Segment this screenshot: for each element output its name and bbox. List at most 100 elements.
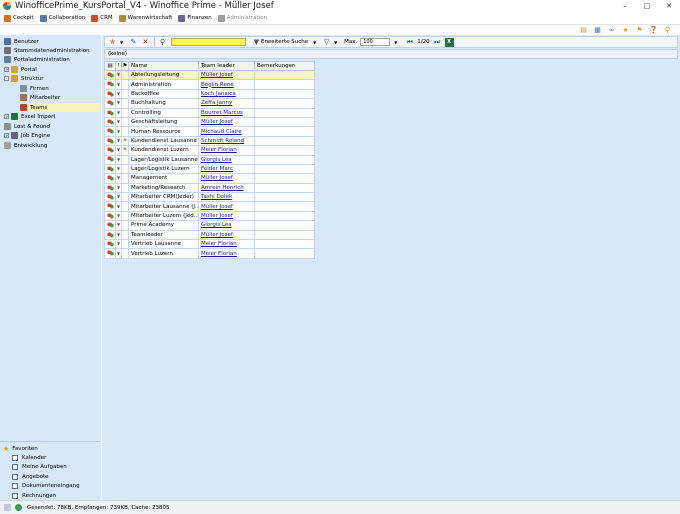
menu-finanzen[interactable]: Finanzen bbox=[178, 14, 212, 22]
flag-column-icon[interactable]: ⚑ bbox=[121, 61, 129, 71]
maximize-icon[interactable]: □ bbox=[636, 0, 658, 12]
sidebar-item-firmen[interactable]: Firmen bbox=[20, 84, 49, 93]
team-leader-cell[interactable]: Müller Josef bbox=[198, 116, 255, 128]
team-name-cell[interactable]: Mitarbeiter Luzern (Jed... bbox=[128, 210, 199, 222]
calendar-icon[interactable]: ▦ bbox=[593, 26, 602, 35]
remarks-cell[interactable] bbox=[254, 192, 315, 203]
key-icon[interactable]: ⚲ bbox=[663, 26, 672, 35]
minimize-icon[interactable]: – bbox=[614, 0, 636, 12]
team-leader-cell[interactable]: Meier Florian bbox=[198, 145, 255, 156]
sidebar-item-lost-found[interactable]: Lost & Found bbox=[4, 122, 50, 131]
remarks-cell[interactable] bbox=[254, 210, 315, 222]
team-name-cell[interactable]: Kundendienst Luzern bbox=[128, 145, 199, 156]
menu-collaboration[interactable]: Collaboration bbox=[39, 14, 85, 22]
new-team-icon[interactable]: ✯ bbox=[108, 38, 117, 47]
remarks-cell[interactable] bbox=[254, 116, 315, 128]
team-leader-link[interactable]: Böglin René bbox=[201, 82, 234, 88]
row-flag-cell[interactable] bbox=[121, 192, 129, 203]
table-row[interactable]: ▼ Management Müller Josef bbox=[104, 173, 315, 184]
team-leader-link[interactable]: Schmidt Roland bbox=[201, 138, 244, 144]
team-leader-link[interactable]: Müller Josef bbox=[201, 213, 233, 219]
team-name-cell[interactable]: Lager/Logistik Luzern bbox=[128, 163, 199, 175]
team-leader-cell[interactable]: Meier Florian bbox=[198, 248, 255, 259]
column-header-bemerkungen[interactable]: Bemerkungen bbox=[254, 61, 315, 71]
team-name-cell[interactable]: Kundendienst Lausanne bbox=[128, 135, 199, 147]
search-icon[interactable]: ⚲ bbox=[158, 38, 167, 47]
table-row[interactable]: ▼ Geschäftsleitung Müller Josef bbox=[104, 116, 315, 128]
row-type-cell[interactable] bbox=[104, 201, 116, 212]
expand-icon[interactable]: + bbox=[4, 67, 9, 72]
team-name-cell[interactable]: Management bbox=[128, 173, 199, 184]
team-leader-link[interactable]: Meier Florian bbox=[201, 241, 237, 247]
team-name-cell[interactable]: Administration bbox=[128, 79, 199, 90]
team-leader-link[interactable]: Zeffa Janny bbox=[201, 100, 232, 106]
team-name-cell[interactable]: Mitarbeiter CRM(Jeder) bbox=[128, 192, 199, 203]
remarks-cell[interactable] bbox=[254, 173, 315, 184]
filter-icon[interactable]: ▼ bbox=[252, 38, 261, 47]
favorite-item-dokumenteneingang[interactable]: Dokumenteneingang bbox=[12, 482, 80, 491]
last-page-icon[interactable]: ⏭ bbox=[433, 38, 442, 47]
team-name-cell[interactable]: Vertrieb Lausanne bbox=[128, 239, 199, 250]
remarks-cell[interactable] bbox=[254, 107, 315, 118]
column-header-team-leader[interactable]: Team leader bbox=[198, 61, 255, 71]
sidebar-item-struktur[interactable]: - Struktur bbox=[4, 74, 43, 83]
sidebar-item-entwicklung[interactable]: Entwicklung bbox=[4, 141, 47, 150]
team-name-cell[interactable]: Lager/Logistik Lausanne bbox=[128, 154, 199, 165]
team-leader-cell[interactable]: Müller Josef bbox=[198, 173, 255, 184]
funnel-filter-icon[interactable]: ▽ bbox=[322, 38, 331, 47]
sidebar-item-teams[interactable]: Teams bbox=[20, 103, 47, 112]
row-type-cell[interactable] bbox=[104, 69, 116, 81]
remarks-cell[interactable] bbox=[254, 135, 315, 147]
remarks-cell[interactable] bbox=[254, 163, 315, 175]
sidebar-item-mitarbeiter[interactable]: Mitarbeiter bbox=[20, 93, 60, 102]
team-leader-link[interactable]: Müller Josef bbox=[201, 204, 233, 210]
row-flag-cell[interactable] bbox=[121, 88, 129, 100]
team-leader-cell[interactable]: Müller Josef bbox=[198, 210, 255, 222]
row-type-cell[interactable] bbox=[104, 239, 116, 250]
team-leader-cell[interactable]: Meier Florian bbox=[198, 239, 255, 250]
remarks-cell[interactable] bbox=[254, 154, 315, 165]
dropdown-arrow-icon[interactable]: ▼ bbox=[310, 38, 319, 47]
max-rows-select[interactable]: 100 bbox=[360, 38, 391, 46]
team-leader-link[interactable]: Giorgis Léa bbox=[201, 222, 232, 228]
sidebar-item-stammdatenadministration[interactable]: Stammdatenadministration bbox=[4, 46, 90, 55]
row-flag-cell[interactable] bbox=[121, 116, 129, 128]
team-leader-link[interactable]: Michaud Claire bbox=[201, 129, 242, 135]
team-leader-cell[interactable]: Koch Janaica bbox=[198, 88, 255, 100]
favorite-item-kalender[interactable]: Kalender bbox=[12, 453, 46, 462]
menu-crm[interactable]: CRM bbox=[91, 14, 113, 22]
dropdown-arrow-icon[interactable]: ▼ bbox=[391, 38, 400, 47]
team-name-cell[interactable]: Controlling bbox=[128, 107, 199, 118]
team-leader-link[interactable]: Giorgis Léa bbox=[201, 157, 232, 163]
menu-cockpit[interactable]: Cockpit bbox=[4, 14, 34, 22]
sidebar-item-excel-import[interactable]: + Excel Import bbox=[4, 112, 56, 121]
row-flag-cell[interactable] bbox=[121, 239, 129, 250]
team-name-cell[interactable]: Vertrieb Luzern bbox=[128, 248, 199, 259]
row-flag-cell[interactable] bbox=[121, 98, 129, 109]
row-type-cell[interactable] bbox=[104, 210, 116, 222]
team-leader-cell[interactable]: Böglin René bbox=[198, 79, 255, 90]
team-leader-link[interactable]: Meier Florian bbox=[201, 147, 237, 153]
table-row[interactable]: ▼ Marketing/Research Amrein Henrich bbox=[104, 182, 315, 194]
row-type-cell[interactable] bbox=[104, 173, 116, 184]
row-flag-cell[interactable] bbox=[121, 163, 129, 175]
team-leader-link[interactable]: Koch Janaica bbox=[201, 91, 236, 97]
row-type-cell[interactable] bbox=[104, 220, 116, 231]
delete-icon[interactable]: ✕ bbox=[141, 38, 150, 47]
sidebar-item-portal[interactable]: + Portal bbox=[4, 65, 37, 74]
row-flag-cell[interactable] bbox=[121, 173, 129, 184]
team-leader-cell[interactable]: Müller Josef bbox=[198, 69, 255, 81]
table-row[interactable]: ▼ Abteilungsleitung Müller Josef bbox=[104, 69, 315, 81]
row-type-cell[interactable] bbox=[104, 248, 116, 259]
table-row[interactable]: ▼ Lager/Logistik Luzern Felder Marc bbox=[104, 163, 315, 175]
team-leader-cell[interactable]: Bourret Marcus bbox=[198, 107, 255, 118]
table-row[interactable]: ▼ ⚑ Kundendienst Lausanne Schmidt Roland bbox=[104, 135, 315, 147]
expand-icon[interactable]: + bbox=[4, 133, 9, 138]
row-type-cell[interactable] bbox=[104, 107, 116, 118]
dropdown-arrow-icon[interactable]: ▼ bbox=[117, 38, 126, 47]
row-type-cell[interactable] bbox=[104, 145, 116, 156]
row-type-cell[interactable] bbox=[104, 163, 116, 175]
table-row[interactable]: ▼ Vertrieb Luzern Meier Florian bbox=[104, 248, 315, 259]
remarks-cell[interactable] bbox=[254, 88, 315, 100]
remarks-cell[interactable] bbox=[254, 239, 315, 250]
